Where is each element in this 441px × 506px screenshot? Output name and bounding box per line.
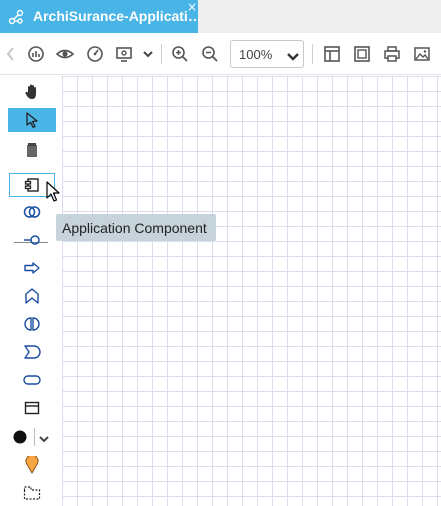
pointer-icon[interactable] (8, 108, 56, 132)
toolbar-divider (161, 44, 162, 64)
chevron-down-icon (286, 49, 300, 67)
grouping-icon[interactable] (8, 481, 56, 505)
diagram-tab[interactable]: ArchiSurance-Applicati… × (0, 0, 202, 33)
chevron-down-icon[interactable] (38, 432, 50, 450)
tooltip-text: Application Component (62, 220, 207, 236)
marquee-icon[interactable] (8, 138, 56, 162)
zoom-in-icon[interactable] (168, 42, 192, 66)
application-interface-icon[interactable] (8, 228, 56, 252)
back-chevron-icon[interactable] (0, 42, 20, 66)
layout-icon[interactable] (320, 42, 344, 66)
junction-icon (12, 429, 28, 450)
location-icon[interactable] (8, 453, 56, 477)
application-process-icon[interactable] (8, 284, 56, 308)
fit-icon[interactable] (350, 42, 374, 66)
print-icon[interactable] (380, 42, 404, 66)
application-service-icon[interactable] (8, 368, 56, 392)
data-object-icon[interactable] (8, 396, 56, 420)
eye-icon[interactable] (53, 42, 77, 66)
palette-divider (34, 428, 35, 446)
diagram-canvas[interactable] (62, 76, 441, 506)
close-icon[interactable]: × (187, 1, 197, 13)
zoom-select[interactable]: 100% (230, 40, 304, 68)
export-image-icon[interactable] (410, 42, 434, 66)
analysis-icon[interactable] (24, 42, 48, 66)
application-event-icon[interactable] (8, 340, 56, 364)
tooltip: Application Component (56, 214, 216, 241)
tab-bar: ArchiSurance-Applicati… × (0, 0, 441, 33)
toolbar: 100% (0, 33, 441, 75)
tab-title: ArchiSurance-Applicati… (33, 8, 202, 24)
element-palette (0, 76, 62, 506)
toolbar-divider (312, 44, 313, 64)
application-interaction-icon[interactable] (8, 312, 56, 336)
application-function-icon[interactable] (8, 256, 56, 280)
hand-icon[interactable] (8, 80, 56, 104)
chevron-down-icon[interactable] (138, 42, 158, 66)
zoom-out-icon[interactable] (198, 42, 222, 66)
zoom-value: 100% (239, 47, 273, 62)
screen-icon[interactable] (112, 42, 136, 66)
mouse-cursor-icon (46, 181, 60, 208)
diagram-icon (8, 9, 24, 25)
junction-tool[interactable] (8, 425, 56, 449)
gauge-icon[interactable] (83, 42, 107, 66)
